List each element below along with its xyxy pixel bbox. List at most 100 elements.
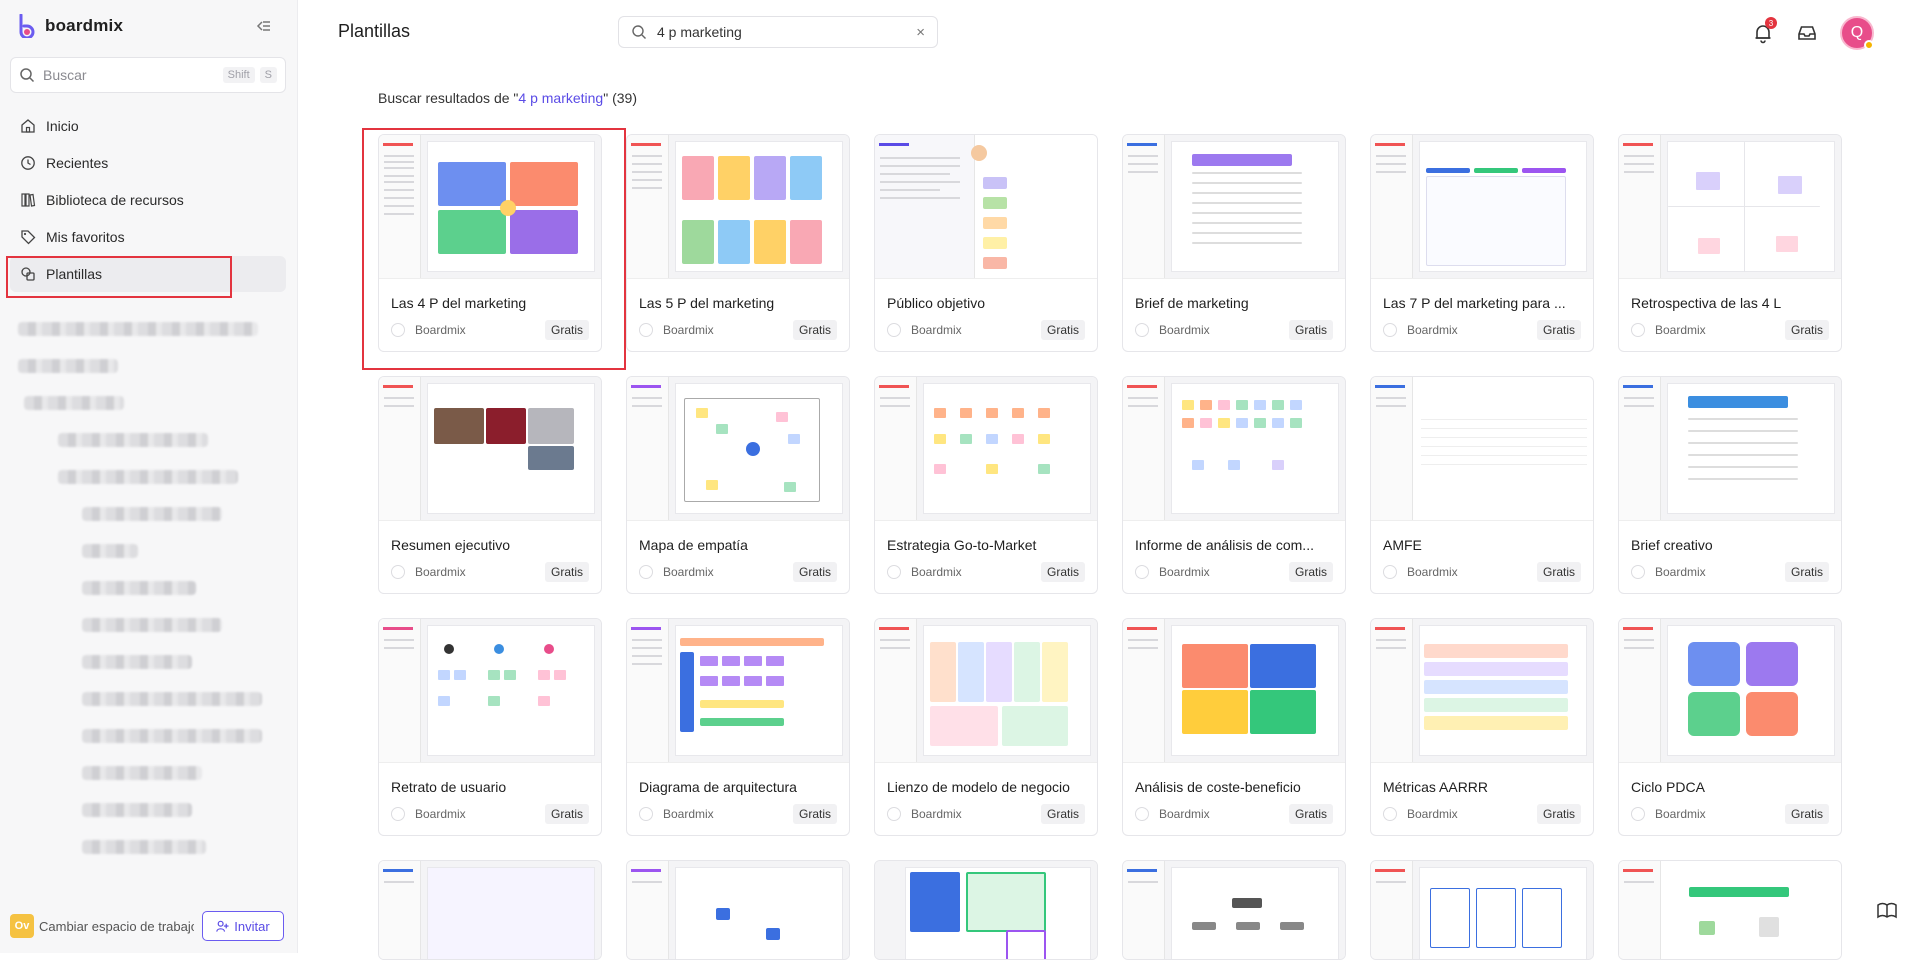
price-badge: Gratis — [544, 562, 589, 582]
template-grid: Las 4 P del marketing Boardmix Gratis La… — [378, 134, 1842, 960]
author-icon — [1135, 565, 1149, 579]
template-card[interactable]: Brief creativo Boardmix Gratis — [1618, 376, 1842, 594]
thumb-board — [1171, 141, 1339, 272]
template-thumbnail — [627, 377, 849, 521]
page-title: Plantillas — [338, 21, 411, 41]
template-thumbnail — [1371, 861, 1593, 959]
author-icon — [887, 323, 901, 337]
help-book-icon[interactable] — [1876, 900, 1898, 922]
template-card[interactable] — [626, 860, 850, 960]
inbox-icon[interactable] — [1796, 22, 1818, 44]
search-input[interactable] — [657, 24, 917, 40]
template-author: Boardmix — [415, 323, 466, 337]
template-meta: Boardmix Gratis — [1383, 562, 1581, 582]
redacted-row — [18, 359, 118, 373]
thumb-doc — [875, 135, 975, 278]
template-card[interactable]: Brief de marketing Boardmix Gratis — [1122, 134, 1346, 352]
thumb-board — [1667, 625, 1835, 756]
template-card[interactable]: Resumen ejecutivo Boardmix Gratis — [378, 376, 602, 594]
sidebar-item-favoritos[interactable]: Mis favoritos — [10, 219, 286, 255]
thumb-board — [675, 383, 843, 514]
template-author: Boardmix — [1407, 565, 1458, 579]
template-author: Boardmix — [911, 807, 962, 821]
clear-search-icon[interactable]: × — [916, 24, 925, 41]
status-dot — [1864, 40, 1874, 50]
template-card[interactable]: AMFE Boardmix Gratis — [1370, 376, 1594, 594]
template-card[interactable]: Lienzo de modelo de negocio Boardmix Gra… — [874, 618, 1098, 836]
thumb-board — [1419, 141, 1587, 272]
template-meta: Boardmix Gratis — [391, 320, 589, 340]
template-card[interactable] — [378, 860, 602, 960]
thumb-board — [1419, 625, 1587, 756]
template-thumbnail — [1123, 619, 1345, 763]
template-card[interactable]: Retrospectiva de las 4 L Boardmix Gratis — [1618, 134, 1842, 352]
sidebar-search[interactable]: Buscar Shift S — [10, 57, 286, 93]
template-card[interactable]: Informe de análisis de com... Boardmix G… — [1122, 376, 1346, 594]
template-card[interactable]: Las 7 P del marketing para ... Boardmix … — [1370, 134, 1594, 352]
search-placeholder: Buscar — [43, 67, 87, 83]
redacted-row — [82, 507, 222, 521]
thumb-board — [905, 867, 1091, 959]
thumb-doc — [379, 619, 421, 762]
template-search[interactable]: × — [618, 16, 938, 48]
sidebar-item-label: Inicio — [46, 118, 79, 134]
results-summary: Buscar resultados de "4 p marketing" (39… — [378, 90, 637, 106]
switch-workspace-link[interactable]: Cambiar espacio de trabajo — [39, 919, 194, 934]
sidebar-item-label: Plantillas — [46, 266, 103, 282]
sidebar-item-plantillas[interactable]: Plantillas — [10, 256, 286, 292]
template-thumbnail — [875, 377, 1097, 521]
sidebar-item-label: Mis favoritos — [46, 229, 125, 245]
template-card[interactable]: Análisis de coste-beneficio Boardmix Gra… — [1122, 618, 1346, 836]
thumb-doc — [1619, 861, 1661, 959]
app-logo[interactable]: boardmix — [18, 14, 123, 38]
thumb-doc — [627, 377, 669, 520]
template-thumbnail — [627, 135, 849, 279]
template-thumbnail — [1123, 377, 1345, 521]
thumb-doc — [1619, 619, 1661, 762]
template-card[interactable] — [1122, 860, 1346, 960]
add-user-icon — [216, 920, 229, 932]
invite-button[interactable]: Invitar — [202, 911, 284, 941]
template-card[interactable] — [1370, 860, 1594, 960]
workspace-badge[interactable]: Ov — [10, 914, 34, 938]
template-card[interactable]: Retrato de usuario Boardmix Gratis — [378, 618, 602, 836]
author-icon — [639, 323, 653, 337]
template-card[interactable]: Las 4 P del marketing Boardmix Gratis — [378, 134, 602, 352]
thumb-doc — [627, 861, 669, 959]
template-card[interactable]: Métricas AARRR Boardmix Gratis — [1370, 618, 1594, 836]
price-badge: Gratis — [1040, 804, 1085, 824]
author-icon — [1383, 323, 1397, 337]
thumb-doc — [1371, 135, 1413, 278]
thumb-board — [427, 383, 595, 514]
sidebar-item-biblioteca[interactable]: Biblioteca de recursos — [10, 182, 286, 218]
template-thumbnail — [1123, 861, 1345, 959]
template-card[interactable]: Mapa de empatía Boardmix Gratis — [626, 376, 850, 594]
template-title: Informe de análisis de com... — [1135, 537, 1314, 553]
template-author: Boardmix — [663, 565, 714, 579]
template-thumbnail — [1619, 135, 1841, 279]
template-card[interactable]: Las 5 P del marketing Boardmix Gratis — [626, 134, 850, 352]
sidebar-item-recientes[interactable]: Recientes — [10, 145, 286, 181]
thumb-doc — [379, 377, 421, 520]
author-icon — [1631, 565, 1645, 579]
collapse-sidebar-icon[interactable] — [254, 16, 274, 36]
redacted-row — [82, 692, 262, 706]
sidebar-item-inicio[interactable]: Inicio — [10, 108, 286, 144]
template-card[interactable]: Ciclo PDCA Boardmix Gratis — [1618, 618, 1842, 836]
user-avatar[interactable]: Q — [1840, 16, 1874, 50]
template-meta: Boardmix Gratis — [1631, 562, 1829, 582]
template-card[interactable] — [874, 860, 1098, 960]
template-thumbnail — [1619, 861, 1841, 959]
template-author: Boardmix — [415, 807, 466, 821]
template-card[interactable]: Estrategia Go-to-Market Boardmix Gratis — [874, 376, 1098, 594]
template-card[interactable]: Público objetivo Boardmix Gratis — [874, 134, 1098, 352]
template-author: Boardmix — [1159, 565, 1210, 579]
thumb-doc — [627, 135, 669, 278]
template-title: Métricas AARRR — [1383, 779, 1489, 795]
template-card[interactable]: Diagrama de arquitectura Boardmix Gratis — [626, 618, 850, 836]
template-card[interactable] — [1618, 860, 1842, 960]
notifications-button[interactable]: 3 — [1752, 17, 1777, 44]
redacted-row — [82, 803, 192, 817]
template-title: Mapa de empatía — [639, 537, 748, 553]
template-meta: Boardmix Gratis — [1135, 320, 1333, 340]
